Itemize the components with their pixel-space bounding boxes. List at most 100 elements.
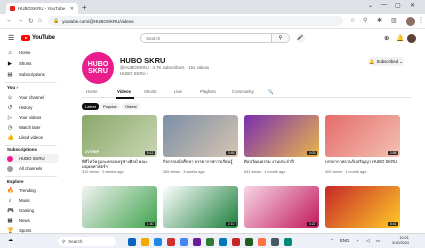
channel-avatar[interactable]: HUBO SKRU: [82, 52, 114, 84]
file-explorer-icon[interactable]: [141, 237, 149, 246]
app-icon[interactable]: [193, 237, 201, 246]
video-title[interactable]: พิธีไหว้ครูและครอบครูช่างศิลป์ คณะมนุษยศ…: [82, 159, 158, 169]
wifi-icon[interactable]: ◔: [356, 238, 359, 243]
powerpoint-icon[interactable]: [232, 237, 240, 246]
tab-live[interactable]: Live: [174, 89, 182, 94]
video-thumbnail[interactable]: 4:03: [244, 115, 319, 157]
tab-search-icon[interactable]: 🔍: [268, 89, 273, 95]
video-title[interactable]: ศิลปวัฒนธรรม งานประจำปี: [244, 159, 320, 169]
menu-hamburger-icon[interactable]: ☰: [8, 34, 14, 42]
search-input[interactable]: [141, 34, 266, 42]
tab-search-icon[interactable]: ⌄: [368, 2, 373, 9]
music-icon: ♪: [8, 197, 12, 204]
video-thumbnail[interactable]: #VTRIP 5:12: [82, 115, 157, 157]
sidebar-item-home[interactable]: ⌂ Home: [5, 48, 59, 57]
extensions-puzzle-icon[interactable]: ✱: [377, 17, 382, 24]
chrome-icon[interactable]: [180, 237, 188, 246]
sidebar-you-heading[interactable]: You ›: [7, 85, 18, 90]
excel-icon[interactable]: [245, 237, 253, 246]
video-duration: 3:22: [307, 222, 317, 226]
edge-icon[interactable]: [154, 237, 162, 246]
channel-more-link[interactable]: HUBO SKRU ›: [120, 71, 148, 76]
video-title[interactable]: กิจกรรมนักศึกษา บรรยากาศการเรียนรู้: [163, 159, 239, 169]
app-icon[interactable]: [258, 237, 266, 246]
tray-chevron-icon[interactable]: ⌃: [330, 238, 334, 244]
browser-tab-title: HUBOSKRU - YouTube: [18, 6, 66, 11]
tab-shorts[interactable]: Shorts: [144, 89, 156, 94]
channel-avatar-text: HUBO SKRU: [87, 61, 109, 75]
battery-icon[interactable]: ▭: [376, 238, 380, 244]
bookmark-star-icon[interactable]: ☆: [350, 17, 355, 24]
video-thumbnail[interactable]: 2:10: [163, 186, 238, 228]
video-thumbnail[interactable]: 3:45: [163, 115, 238, 157]
extension-icon[interactable]: ⚲: [363, 17, 367, 24]
chip-oldest[interactable]: Oldest: [122, 103, 140, 110]
taskbar-clock[interactable]: 10:21 3/10/2024: [392, 236, 409, 246]
sidebar-item-subscription-channel[interactable]: HUBO SKRU: [5, 154, 59, 163]
sidebar-item-history[interactable]: ↺ History: [5, 103, 59, 112]
sidebar-item-shorts[interactable]: ▶ Shorts: [5, 59, 59, 68]
word-icon[interactable]: [219, 237, 227, 246]
taskbar-search[interactable]: ⚲ Search: [58, 237, 116, 246]
sidebar-divider: [5, 145, 57, 146]
video-title[interactable]: บรรยากาศงานรับปริญญา HUBO SKRU: [325, 159, 401, 169]
video-meta: 541 views · 1 month ago: [244, 170, 286, 174]
video-duration: 5:12: [145, 151, 155, 155]
back-icon[interactable]: ←: [6, 17, 13, 24]
forward-icon[interactable]: →: [17, 17, 24, 24]
video-meta: 402 views · 1 month ago: [325, 170, 367, 174]
sidebar-item-subscriptions[interactable]: ▤ Subscriptions: [5, 70, 59, 79]
chip-popular[interactable]: Popular: [100, 103, 120, 110]
sidebar-item-watch-later[interactable]: ◷ Watch later: [5, 123, 59, 132]
subscribe-button[interactable]: 🔔 Subscribed ⌄: [368, 57, 404, 66]
browser-profile-avatar[interactable]: [406, 16, 415, 26]
video-thumbnail[interactable]: 3:22: [244, 186, 319, 228]
sidebar-item-label: Shorts: [19, 61, 32, 66]
sidebar-item-gaming[interactable]: 🎮 Gaming: [5, 206, 59, 215]
video-duration: 1:30: [145, 222, 155, 226]
task-view-icon[interactable]: [128, 237, 136, 246]
tab-home[interactable]: Home: [86, 89, 97, 94]
microphone-icon[interactable]: 🎤: [296, 34, 305, 43]
tab-community[interactable]: Community: [232, 89, 254, 94]
video-thumbnail[interactable]: 1:30: [82, 186, 157, 228]
search-icon[interactable]: ⚲: [271, 34, 289, 42]
sidebar-item-trending[interactable]: 🔥 Trending: [5, 186, 59, 195]
minimize-button[interactable]: —: [381, 2, 387, 8]
browser-tab[interactable]: HUBOSKRU - YouTube ✕: [6, 3, 78, 14]
tab-playlists[interactable]: Playlists: [200, 89, 216, 94]
volume-icon[interactable]: ◁: [366, 238, 369, 244]
browser-menu-icon[interactable]: ⋮: [418, 17, 424, 24]
sidepanel-icon[interactable]: ▥: [391, 17, 397, 24]
sidebar-item-liked[interactable]: 👍 Liked videos: [5, 133, 59, 142]
language-indicator[interactable]: ENG: [340, 238, 349, 243]
close-window-button[interactable]: ✕: [410, 2, 415, 9]
app-icon[interactable]: [167, 237, 175, 246]
app-icon[interactable]: [271, 237, 279, 246]
sidebar-item-music[interactable]: ♪ Music: [5, 196, 59, 205]
sidebar-item-news[interactable]: ▦ News: [5, 216, 59, 225]
notifications-icon[interactable]: 🔔: [396, 34, 404, 42]
search-box: ⚲: [140, 33, 290, 43]
sidebar-item-your-channel[interactable]: ☺ Your channel: [5, 93, 59, 102]
close-tab-icon[interactable]: ✕: [70, 6, 74, 12]
address-bar[interactable]: 🔒 youtube.com/@HUBOSKRU/videos: [48, 16, 343, 26]
app-icon[interactable]: [284, 237, 292, 246]
video-thumbnail[interactable]: 6:41: [325, 186, 400, 228]
new-tab-button[interactable]: +: [82, 3, 87, 12]
create-icon[interactable]: ⊕: [384, 34, 389, 42]
weather-icon[interactable]: ☁: [8, 237, 13, 243]
video-thumbnail[interactable]: 2:58: [325, 115, 400, 157]
tab-videos[interactable]: Videos: [117, 89, 131, 94]
sidebar-item-your-videos[interactable]: ▷ Your videos: [5, 113, 59, 122]
maximize-button[interactable]: ▢: [395, 2, 401, 9]
video-meta: 289 views · 3 weeks ago: [163, 170, 205, 174]
youtube-logo[interactable]: YouTube: [21, 35, 55, 41]
chip-latest[interactable]: Latest: [82, 103, 99, 110]
home-icon[interactable]: ⌂: [38, 17, 42, 24]
liked-icon: 👍: [7, 134, 14, 141]
sidebar-item-all-channels[interactable]: All channels: [5, 164, 59, 173]
app-icon[interactable]: [206, 237, 214, 246]
account-avatar[interactable]: [407, 34, 416, 43]
reload-icon[interactable]: ↻: [28, 17, 33, 25]
